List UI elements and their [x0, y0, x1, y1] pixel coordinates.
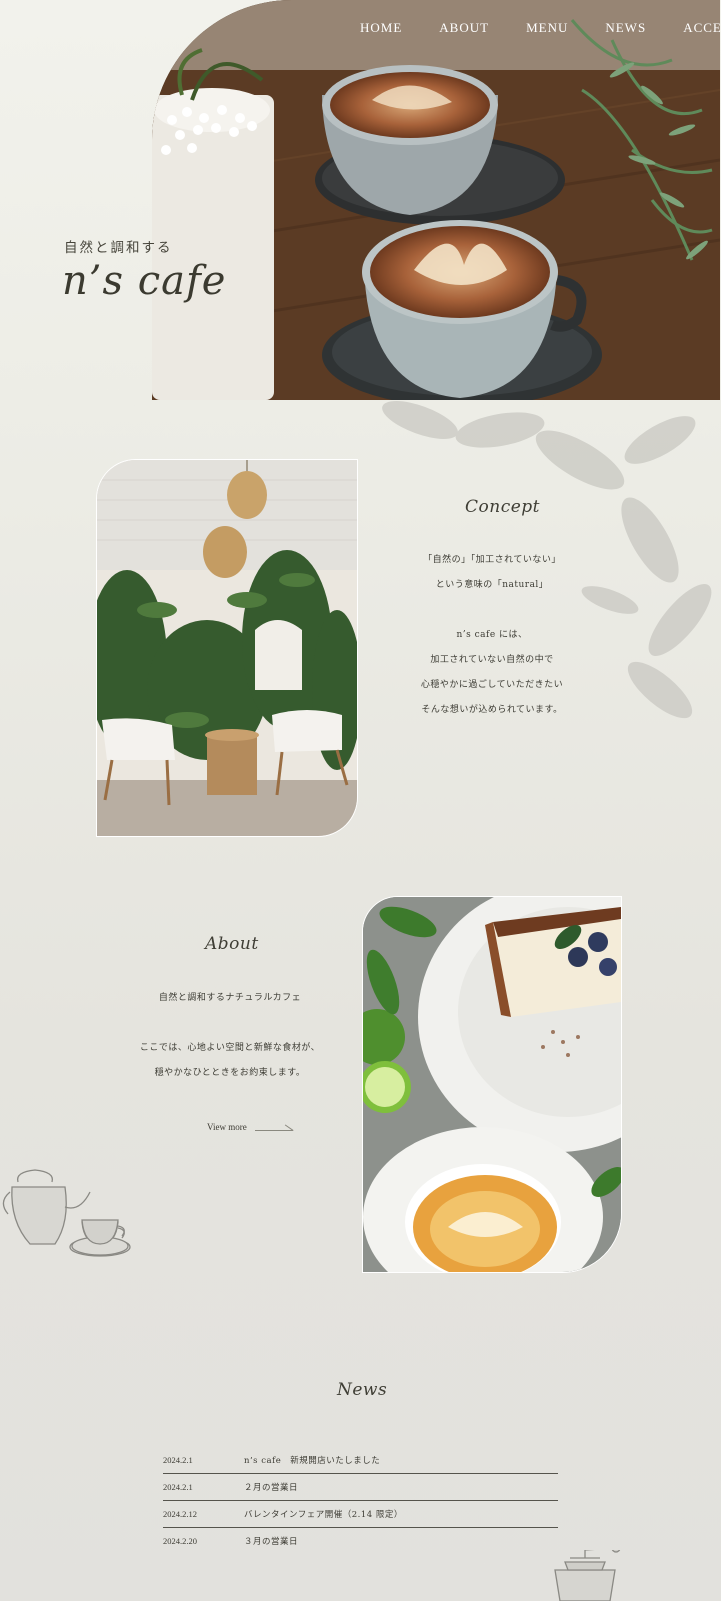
- about-title: About: [205, 934, 259, 954]
- news-date: 2024.2.1: [163, 1482, 193, 1492]
- news-item-title: ３月の営業日: [244, 1537, 299, 1547]
- about-text: 自然と調和するナチュラルカフェ ここでは、心地よい空間と新鮮な食材が、 穏やかな…: [130, 990, 330, 1090]
- news-list: 2024.2.1 n’s cafe 新規開店いたしました 2024.2.1 ２月…: [163, 1447, 558, 1554]
- about-line: ここでは、心地よい空間と新鮮な食材が、: [139, 1043, 321, 1053]
- about-line: 穏やかなひとときをお約束します。: [154, 1068, 306, 1078]
- news-item-title: ２月の営業日: [244, 1483, 299, 1493]
- concept-line: 「自然の」「加工されていない」: [423, 555, 561, 565]
- news-item-title: バレンタインフェア開催（2.14 限定）: [244, 1510, 403, 1520]
- nav-about-link[interactable]: ABOUT: [439, 20, 489, 36]
- nav-access-link[interactable]: ACCESS: [683, 20, 721, 36]
- site-logo[interactable]: n’s cafe: [62, 258, 226, 304]
- about-line: [130, 1015, 330, 1040]
- nav-news-link[interactable]: NEWS: [605, 20, 646, 36]
- news-item[interactable]: 2024.2.12 バレンタインフェア開催（2.14 限定）: [163, 1501, 558, 1528]
- nav-menu-link[interactable]: MENU: [526, 20, 568, 36]
- arrow-right-icon: [254, 1123, 293, 1131]
- view-more-label: View more: [207, 1122, 247, 1132]
- hero-image: [152, 0, 720, 400]
- news-title: News: [337, 1380, 388, 1400]
- nav-home-link[interactable]: HOME: [360, 20, 402, 36]
- news-date: 2024.2.1: [163, 1455, 193, 1465]
- news-date: 2024.2.20: [163, 1536, 197, 1546]
- news-item-title: n’s cafe 新規開店いたしました: [244, 1456, 381, 1466]
- concept-line: 加工されていない自然の中で: [430, 655, 554, 665]
- concept-text: 「自然の」「加工されていない」 という意味の「natural」 n’s cafe…: [392, 552, 592, 727]
- concept-title: Concept: [465, 497, 540, 517]
- news-item[interactable]: 2024.2.1 ２月の営業日: [163, 1474, 558, 1501]
- news-item[interactable]: 2024.2.20 ３月の営業日: [163, 1528, 558, 1554]
- news-item[interactable]: 2024.2.1 n’s cafe 新規開店いたしました: [163, 1447, 558, 1474]
- concept-image: [96, 459, 358, 837]
- concept-line: という意味の「natural」: [435, 580, 549, 590]
- coffee-grinder-illustration-icon: [554, 1550, 621, 1601]
- coffee-cup-illustration-icon: [71, 1219, 129, 1256]
- concept-line: そんな想いが込められています。: [421, 705, 563, 715]
- hero-tagline: 自然と調和する: [64, 240, 173, 256]
- concept-line: 心穏やかに過ごしていただきたい: [420, 680, 564, 690]
- concept-line: n’s cafe には、: [456, 630, 528, 640]
- view-more-link[interactable]: View more: [207, 1122, 293, 1132]
- about-line: 自然と調和するナチュラルカフェ: [158, 993, 302, 1003]
- concept-line: [392, 602, 592, 627]
- main-nav: HOME ABOUT MENU NEWS ACCESS: [360, 20, 721, 36]
- news-date: 2024.2.12: [163, 1509, 197, 1519]
- about-image: [362, 896, 622, 1273]
